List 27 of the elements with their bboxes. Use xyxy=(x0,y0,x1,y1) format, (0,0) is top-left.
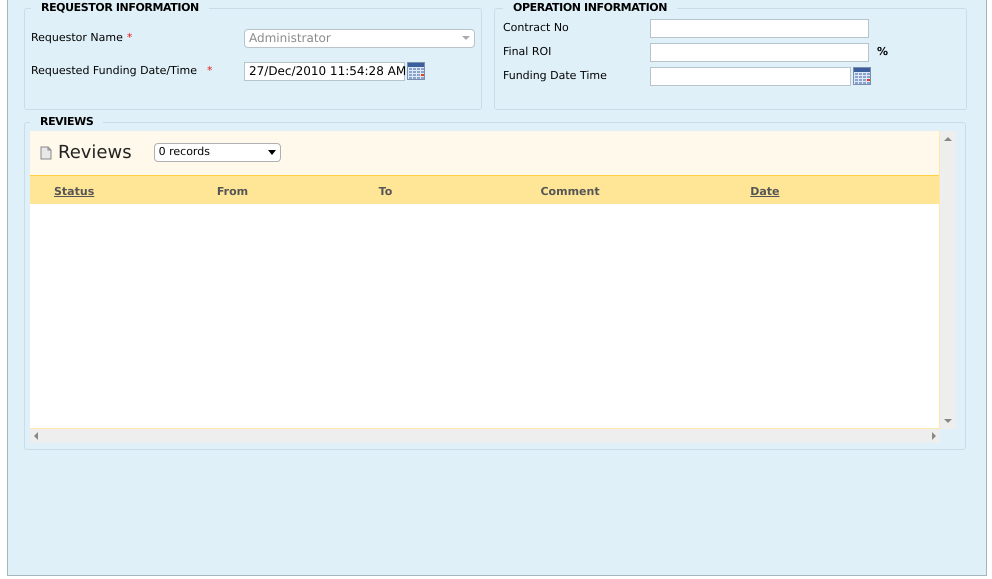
column-header[interactable]: Status xyxy=(54,184,94,198)
select-value: Administrator xyxy=(249,30,331,47)
field-label: Requested Funding Date/Time xyxy=(31,62,198,79)
percent-sign: % xyxy=(877,44,888,60)
horizontal-scrollbar[interactable] xyxy=(30,428,940,442)
required-mark: * xyxy=(207,62,213,79)
section-title: OPERATION INFORMATION xyxy=(512,0,668,16)
records-select[interactable]: 0 records xyxy=(154,143,281,162)
column-header: Comment xyxy=(540,184,600,198)
calendar-icon[interactable] xyxy=(407,62,425,80)
document-icon xyxy=(40,146,52,160)
field-label: Requestor Name xyxy=(31,30,123,46)
text-field[interactable] xyxy=(650,42,869,62)
column-header: From xyxy=(216,184,248,198)
vertical-scrollbar[interactable] xyxy=(940,130,956,428)
field-label: Contract No xyxy=(503,20,570,36)
required-mark: * xyxy=(126,30,132,46)
date-field[interactable] xyxy=(650,66,851,86)
calendar-icon[interactable] xyxy=(853,67,871,85)
grid-title: Reviews xyxy=(58,141,132,165)
section-title: REQUESTOR INFORMATION xyxy=(40,0,200,16)
column-header: To xyxy=(378,184,392,198)
section-title: REVIEWS xyxy=(39,114,94,130)
field-label: Funding Date Time xyxy=(503,68,608,84)
column-header[interactable]: Date xyxy=(750,184,780,198)
field-label: Final ROI xyxy=(503,44,552,60)
text-field[interactable] xyxy=(650,18,869,38)
